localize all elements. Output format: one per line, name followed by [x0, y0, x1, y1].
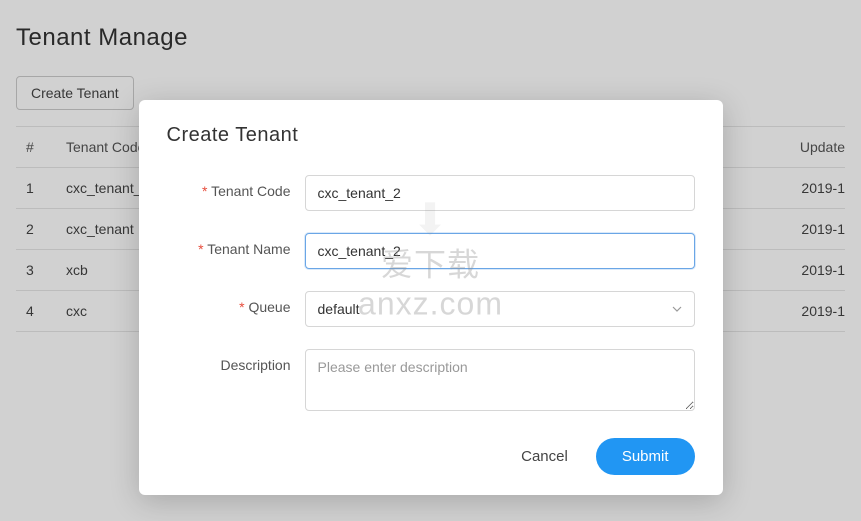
label-queue: Queue	[167, 291, 305, 315]
description-textarea[interactable]	[305, 349, 695, 411]
row-queue: Queue default	[167, 291, 695, 327]
queue-select[interactable]: default	[305, 291, 695, 327]
create-tenant-modal: Create Tenant Tenant Code Tenant Name Qu…	[139, 100, 723, 495]
label-description: Description	[167, 349, 305, 373]
tenant-code-input[interactable]	[305, 175, 695, 211]
modal-footer: Cancel Submit	[167, 438, 695, 475]
chevron-down-icon	[672, 306, 682, 312]
row-tenant-name: Tenant Name	[167, 233, 695, 269]
submit-button[interactable]: Submit	[596, 438, 695, 475]
row-description: Description	[167, 349, 695, 416]
queue-value: default	[318, 301, 360, 317]
label-tenant-name: Tenant Name	[167, 233, 305, 257]
cancel-button[interactable]: Cancel	[515, 440, 574, 473]
row-tenant-code: Tenant Code	[167, 175, 695, 211]
tenant-name-input[interactable]	[305, 233, 695, 269]
modal-title: Create Tenant	[167, 124, 695, 147]
label-tenant-code: Tenant Code	[167, 175, 305, 199]
